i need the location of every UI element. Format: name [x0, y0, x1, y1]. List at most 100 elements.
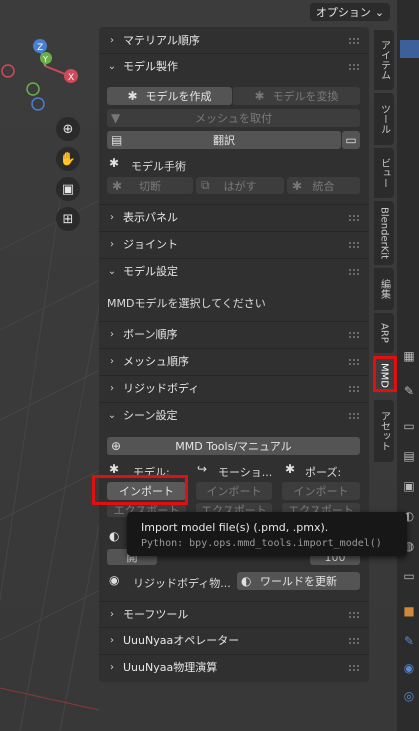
section-model-production[interactable]: ⌄ モデル製作: [99, 53, 369, 79]
update-world-button[interactable]: ◐ ワールドを更新: [237, 572, 360, 590]
tab-edit[interactable]: 編集: [374, 268, 394, 310]
camera-icon[interactable]: ▣: [56, 177, 80, 201]
convert-model-button: ✱ モデルを変換: [233, 87, 360, 105]
drag-handle-icon[interactable]: [349, 267, 361, 275]
options-label: オプション: [315, 6, 371, 19]
section-title: メッシュ順序: [123, 355, 189, 368]
merge-icon: ✱: [292, 178, 303, 193]
manual-button[interactable]: ⊕ MMD Tools/マニュアル: [107, 437, 360, 455]
figure-icon: ✱: [127, 89, 138, 103]
translate-button[interactable]: ▤ 翻訳: [107, 131, 341, 149]
create-model-button[interactable]: ✱ モデルを作成: [107, 87, 232, 105]
translate-options-button[interactable]: ▭: [342, 131, 360, 149]
chevron-right-icon: ›: [110, 608, 114, 620]
chevron-right-icon: ›: [110, 328, 114, 340]
section-title: シーン設定: [123, 409, 178, 422]
section-material-order[interactable]: › マテリアル順序: [99, 27, 369, 53]
tab-view[interactable]: ビュー: [374, 148, 394, 198]
section-mesh-order[interactable]: › メッシュ順序: [99, 348, 369, 374]
section-title: UuuNyaa物理演算: [123, 661, 218, 674]
scene-icon[interactable]: ▣: [401, 478, 417, 494]
motion-icon: ↪: [197, 462, 208, 476]
pose-column-label: ポーズ:: [305, 466, 342, 479]
section-morph-tools[interactable]: › モーフツール: [99, 601, 369, 627]
highlight-import-button: [92, 475, 188, 505]
highlight-mmd-tab: [373, 356, 397, 392]
wrench-icon[interactable]: ✎: [401, 633, 417, 649]
tool-icon[interactable]: ▦: [401, 348, 417, 364]
drag-handle-icon[interactable]: [349, 610, 361, 618]
chevron-down-icon: ⌄: [374, 5, 385, 19]
tooltip-python: Python: bpy.ops.mmd_tools.import_model(): [141, 538, 382, 549]
svg-text:Y: Y: [42, 55, 48, 64]
drag-handle-icon[interactable]: [349, 240, 361, 248]
drag-handle-icon[interactable]: [349, 663, 361, 671]
merge-button: ✱ 統合: [287, 177, 360, 194]
object-icon[interactable]: ▭: [401, 568, 417, 584]
svg-text:X: X: [68, 73, 74, 83]
cut-icon: ✱: [112, 178, 123, 193]
rigid-body-physics-label: リジッドボディ物...: [133, 577, 231, 590]
section-title: マテリアル順序: [123, 34, 200, 47]
chevron-right-icon: ›: [110, 238, 114, 250]
section-model-settings[interactable]: ⌄ モデル設定: [99, 258, 369, 284]
armature-icon: ✱: [109, 462, 120, 476]
pan-hand-icon[interactable]: ✋: [56, 147, 80, 171]
physics-icon[interactable]: ◎: [401, 688, 417, 704]
timer-icon: ◐: [109, 529, 120, 543]
section-uuunyaa-physics[interactable]: › UuuNyaa物理演算: [99, 654, 369, 680]
chevron-right-icon: ›: [110, 211, 114, 223]
chevron-right-icon: ›: [110, 34, 114, 46]
section-title: ジョイント: [123, 238, 178, 251]
tab-arp[interactable]: ARP: [374, 313, 394, 353]
model-surgery-label: モデル手術: [131, 160, 186, 173]
detach-icon: ⧉: [201, 178, 210, 192]
pose-icon: ✱: [285, 462, 296, 476]
section-title: モデル製作: [123, 60, 178, 73]
drag-handle-icon[interactable]: [349, 384, 361, 392]
section-joint[interactable]: › ジョイント: [99, 231, 369, 257]
zoom-icon[interactable]: ⊕: [56, 117, 80, 141]
motion-column-label: モーショ...: [218, 466, 273, 479]
figure-outline-icon: ✱: [254, 89, 265, 103]
section-scene-settings[interactable]: ⌄ シーン設定: [99, 402, 369, 428]
view-layer-icon[interactable]: ▤: [401, 448, 417, 464]
triangle-down-icon: ▼: [111, 111, 121, 125]
particles-icon[interactable]: ◉: [401, 660, 417, 676]
modifier-icon[interactable]: ■: [401, 603, 417, 619]
tab-blenderkit[interactable]: BlenderKit: [374, 201, 394, 265]
svg-text:Z: Z: [37, 43, 43, 53]
tooltip-title: Import model file(s) (.pmd, .pmx).: [141, 521, 329, 534]
chevron-right-icon: ›: [110, 355, 114, 367]
drag-handle-icon[interactable]: [349, 62, 361, 70]
tab-item[interactable]: アイテム: [374, 30, 394, 90]
drag-handle-icon[interactable]: [349, 330, 361, 338]
section-display-panel[interactable]: › 表示パネル: [99, 204, 369, 230]
navigation-gizmo[interactable]: Z X Y: [0, 36, 90, 116]
output-icon[interactable]: ▭: [401, 418, 417, 434]
drag-handle-icon[interactable]: [349, 411, 361, 419]
attach-mesh-button: ▼ メッシュを取付: [107, 109, 360, 127]
tab-tool[interactable]: ツール: [374, 93, 394, 145]
section-rigid-body[interactable]: › リジッドボディ: [99, 375, 369, 401]
tooltip: Import model file(s) (.pmd, .pmx). Pytho…: [127, 512, 407, 556]
rigid-body-icon: ◉: [109, 573, 120, 587]
section-uuunyaa-operator[interactable]: › UuuNyaaオペレーター: [99, 627, 369, 653]
window-icon: ▭: [345, 133, 357, 147]
drag-handle-icon[interactable]: [349, 36, 361, 44]
drag-handle-icon[interactable]: [349, 357, 361, 365]
chevron-right-icon: ›: [110, 634, 114, 646]
section-bone-order[interactable]: › ボーン順序: [99, 321, 369, 347]
section-title: UuuNyaaオペレーター: [123, 634, 240, 647]
drag-handle-icon[interactable]: [349, 636, 361, 644]
section-title: ボーン順序: [123, 328, 178, 341]
drag-handle-icon[interactable]: [349, 213, 361, 221]
section-title: 表示パネル: [123, 211, 178, 224]
options-dropdown[interactable]: オプション ⌄: [310, 3, 390, 21]
world-icon: ◐: [241, 574, 252, 588]
render-icon[interactable]: ✎: [401, 383, 417, 399]
book-icon: ▤: [111, 133, 123, 147]
chevron-down-icon: ⌄: [107, 265, 117, 277]
tab-asset[interactable]: アセット: [374, 400, 394, 462]
grid-view-icon[interactable]: ⊞: [56, 207, 80, 231]
